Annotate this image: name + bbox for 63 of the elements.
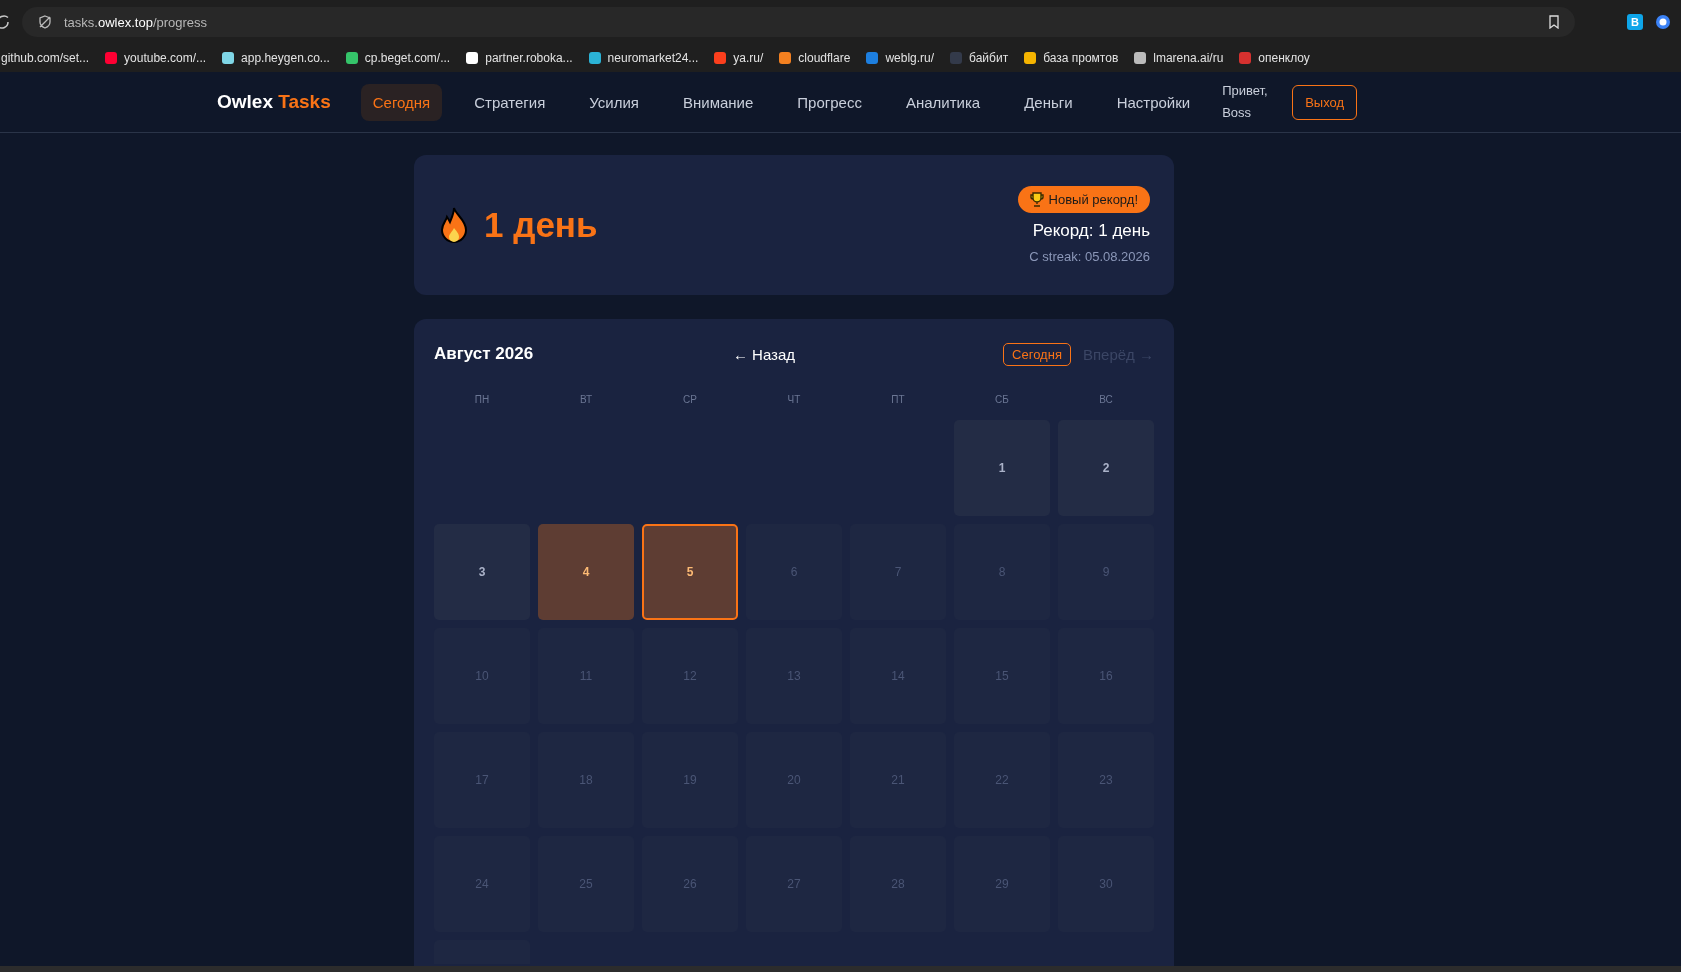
day-cell[interactable]: 3 [434,524,530,620]
bookmark-item[interactable]: lmarena.ai/ru [1133,51,1224,65]
nav-tab[interactable]: Настройки [1104,83,1203,121]
weekday-label: ПН [473,394,491,406]
bookmark-item[interactable]: ya.ru/ [713,51,764,65]
fire-icon [438,206,470,244]
weekday-label: ЧТ [786,394,802,406]
bookmark-item[interactable]: cp.beget.com/... [344,51,451,65]
favicon-icon [465,51,480,65]
record-text: Рекорд: 1 день [1032,221,1150,241]
favicon-icon [104,51,119,65]
favicon-icon [949,51,964,65]
bookmark-item[interactable]: neuromarket24... [587,51,699,65]
bookmark-item[interactable]: github.com/set... [1,51,90,65]
favicon-icon [221,51,236,65]
bookmark-item[interactable]: cloudflare [778,51,851,65]
nav-tab[interactable]: Внимание [670,83,766,121]
month-title: Август 2026 [434,344,535,364]
weekday-label: СБ [994,394,1010,406]
url-text: tasks.owlex.top/progress [64,14,209,30]
app-logo[interactable]: Owlex Tasks [217,91,331,113]
favicon-icon [713,51,728,65]
favicon-icon [1023,51,1038,65]
weekday-label: ВТ [578,394,594,406]
back-link[interactable]: ← Назад [732,345,796,363]
nav-tab[interactable]: Усилия [577,83,651,121]
streak-count: 1 день [484,205,598,245]
nav-tab[interactable]: Стратегия [462,83,558,121]
bookmark-item[interactable]: база промтов [1023,51,1119,65]
nav-tab[interactable]: Деньги [1012,83,1085,121]
day-cell[interactable]: 2 [1058,420,1154,516]
bookmark-item[interactable]: байбит [949,51,1009,65]
reload-icon[interactable] [0,14,10,30]
nav-tab[interactable]: Аналитика [893,83,993,121]
favicon-icon [587,51,602,65]
weekday-label: ВС [1098,394,1114,406]
favicon-icon [778,51,793,65]
favicon-icon [344,51,359,65]
bookmark-item[interactable]: app.heygen.co... [221,51,330,65]
nav-tab[interactable]: Прогресс [785,83,874,121]
address-bar[interactable]: tasks.owlex.top/progress [22,7,1575,37]
weekday-label: ПТ [890,394,906,406]
logout-button[interactable]: Выход [1292,84,1358,120]
profile-icon[interactable] [1655,14,1671,30]
bookmark-icon[interactable] [1549,15,1559,29]
nav-tab[interactable]: Сегодня [360,83,443,121]
site-info-icon[interactable] [38,15,52,29]
bookmark-item[interactable]: опенклоу [1238,51,1310,65]
favicon-icon [1133,51,1148,65]
favicon-icon [865,51,880,65]
record-badge: Новый рекорд! [1017,186,1150,213]
favicon-icon [1238,51,1253,65]
streak-start-text: С streak: 05.08.2026 [1029,249,1150,264]
bookmark-item[interactable]: youtube.com/... [104,51,207,65]
trophy-icon [1029,192,1044,207]
day-cell[interactable]: 5 [642,524,738,620]
today-button[interactable]: Сегодня [1003,342,1071,366]
bookmark-item[interactable]: weblg.ru/ [865,51,935,65]
day-cell[interactable]: 4 [538,524,634,620]
bookmark-item[interactable]: partner.roboka... [465,51,573,65]
greeting-text: Привет, Boss [1222,82,1269,122]
day-cell[interactable]: 1 [954,420,1050,516]
weekday-label: СР [682,394,698,406]
